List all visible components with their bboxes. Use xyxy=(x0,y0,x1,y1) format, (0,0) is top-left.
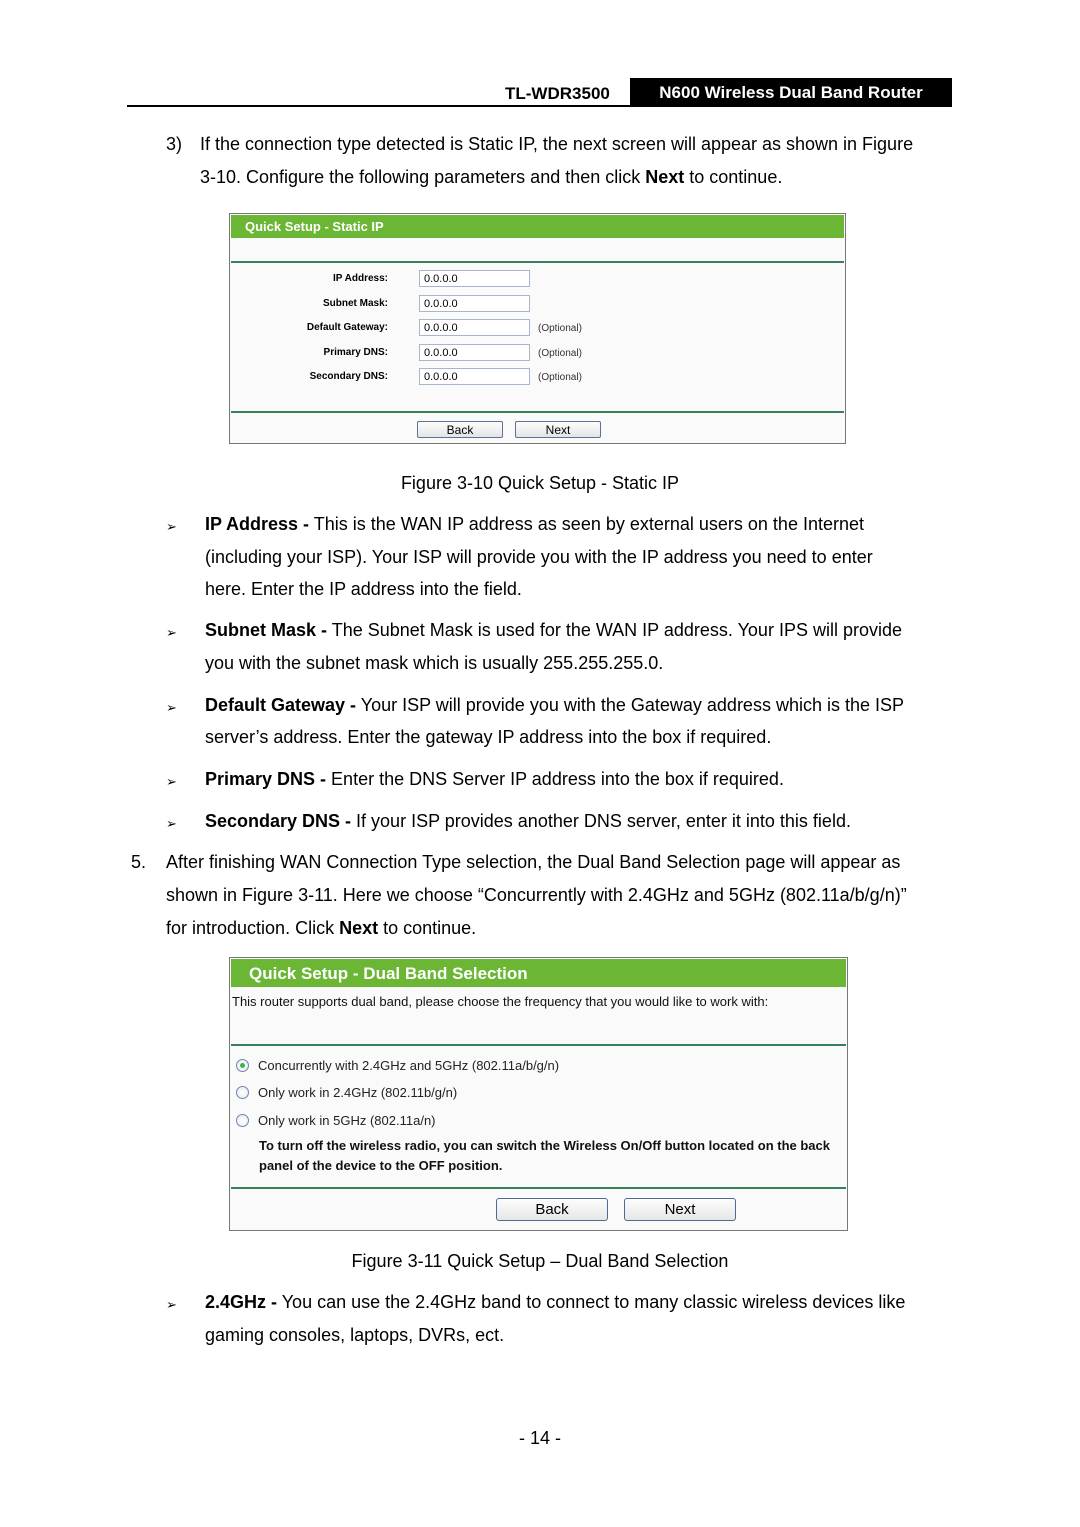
default-gateway-input[interactable] xyxy=(419,319,530,336)
wireless-off-note: To turn off the wireless radio, you can … xyxy=(259,1138,830,1173)
panel-title: Quick Setup - Static IP xyxy=(245,219,384,234)
step5-line2: shown in Figure 3-11. Here we choose “Co… xyxy=(166,885,907,905)
back-button[interactable]: Back xyxy=(496,1198,608,1221)
radio-option-5ghz[interactable]: Only work in 5GHz (802.11a/n) xyxy=(236,1111,436,1129)
radio-unselected-icon[interactable] xyxy=(236,1085,249,1099)
bullet-ip-address-line3: here. Enter the IP address into the fiel… xyxy=(205,579,522,599)
page-number: - 14 - xyxy=(518,1428,561,1448)
ip-address-label: IP Address: xyxy=(332,273,388,284)
subnet-mask-label: Subnet Mask: xyxy=(322,298,388,309)
panel-title: Quick Setup - Dual Band Selection xyxy=(249,964,528,983)
panel-title-bar: Quick Setup - Static IP xyxy=(231,215,844,238)
step5-line1: After finishing WAN Connection Type sele… xyxy=(166,852,901,872)
radio-selected-icon[interactable] xyxy=(236,1058,249,1072)
bullet-arrow-icon: ➢ xyxy=(166,816,177,831)
radio-option-concurrent[interactable]: Concurrently with 2.4GHz and 5GHz (802.1… xyxy=(236,1056,559,1074)
divider xyxy=(231,411,844,413)
bullet-default-gateway-line2: server’s address. Enter the gateway IP a… xyxy=(205,727,772,747)
bullet-default-gateway: Default Gateway - Your ISP will provide … xyxy=(205,695,905,715)
bullet-ip-address: IP Address - This is the WAN IP address … xyxy=(205,514,864,534)
radio-option-2-4ghz[interactable]: Only work in 2.4GHz (802.11b/g/n) xyxy=(236,1083,457,1101)
dual-band-panel: Quick Setup - Dual Band Selection This r… xyxy=(229,957,848,1231)
default-gateway-label: Default Gateway: xyxy=(306,322,388,333)
ip-address-input[interactable] xyxy=(419,270,530,287)
bullet-arrow-icon: ➢ xyxy=(166,519,177,534)
panel-description: This router supports dual band, please c… xyxy=(232,994,769,1009)
bullet-subnet-mask: Subnet Mask - The Subnet Mask is used fo… xyxy=(205,620,902,640)
step5-line3: for introduction. Click Next to continue… xyxy=(166,918,477,938)
bullet-secondary-dns: Secondary DNS - If your ISP provides ano… xyxy=(205,811,851,831)
header-model: TL-WDR3500 xyxy=(505,84,610,103)
bullet-subnet-mask-line2: you with the subnet mask which is usuall… xyxy=(205,653,664,673)
secondary-dns-input[interactable] xyxy=(419,368,530,385)
panel-title-bar: Quick Setup - Dual Band Selection xyxy=(231,959,846,987)
static-ip-panel: Quick Setup - Static IP IP Address: Subn… xyxy=(229,213,846,444)
divider xyxy=(231,1187,846,1189)
default-gateway-optional: (Optional) xyxy=(538,323,582,334)
primary-dns-optional: (Optional) xyxy=(538,348,582,359)
bullet-2-4ghz: 2.4GHz - You can use the 2.4GHz band to … xyxy=(205,1292,906,1312)
bullet-arrow-icon: ➢ xyxy=(166,700,177,715)
radio-unselected-icon[interactable] xyxy=(236,1113,249,1127)
primary-dns-label: Primary DNS: xyxy=(323,347,388,358)
divider xyxy=(231,261,844,263)
bullet-2-4ghz-line2: gaming consoles, laptops, DVRs, ect. xyxy=(205,1325,505,1345)
subnet-mask-input[interactable] xyxy=(419,295,530,312)
next-button[interactable]: Next xyxy=(515,421,601,438)
bullet-arrow-icon: ➢ xyxy=(166,625,177,640)
bullet-ip-address-line2: (including your ISP). Your ISP will prov… xyxy=(205,547,873,567)
bullet-arrow-icon: ➢ xyxy=(166,1297,177,1312)
radio-label: Concurrently with 2.4GHz and 5GHz (802.1… xyxy=(258,1057,560,1073)
header-rule xyxy=(127,105,952,107)
bullet-primary-dns: Primary DNS - Enter the DNS Server IP ad… xyxy=(205,769,784,789)
secondary-dns-label: Secondary DNS: xyxy=(309,371,388,382)
step3-number: 3) xyxy=(166,134,183,154)
figure-caption: Figure 3-11 Quick Setup – Dual Band Sele… xyxy=(351,1251,729,1271)
primary-dns-input[interactable] xyxy=(419,344,530,361)
radio-label: Only work in 2.4GHz (802.11b/g/n) xyxy=(258,1084,458,1100)
next-button[interactable]: Next xyxy=(624,1198,736,1221)
divider xyxy=(231,1044,846,1046)
radio-label: Only work in 5GHz (802.11a/n) xyxy=(258,1112,436,1128)
step3-line1: If the connection type detected is Stati… xyxy=(200,134,914,154)
secondary-dns-optional: (Optional) xyxy=(538,372,582,383)
back-button[interactable]: Back xyxy=(417,421,503,438)
bullet-arrow-icon: ➢ xyxy=(166,774,177,789)
header-product: N600 Wireless Dual Band Router xyxy=(630,78,952,107)
step5-number: 5. xyxy=(131,852,147,872)
figure-caption: Figure 3-10 Quick Setup - Static IP xyxy=(400,473,680,493)
step3-line2: 3-10. Configure the following parameters… xyxy=(200,167,783,187)
